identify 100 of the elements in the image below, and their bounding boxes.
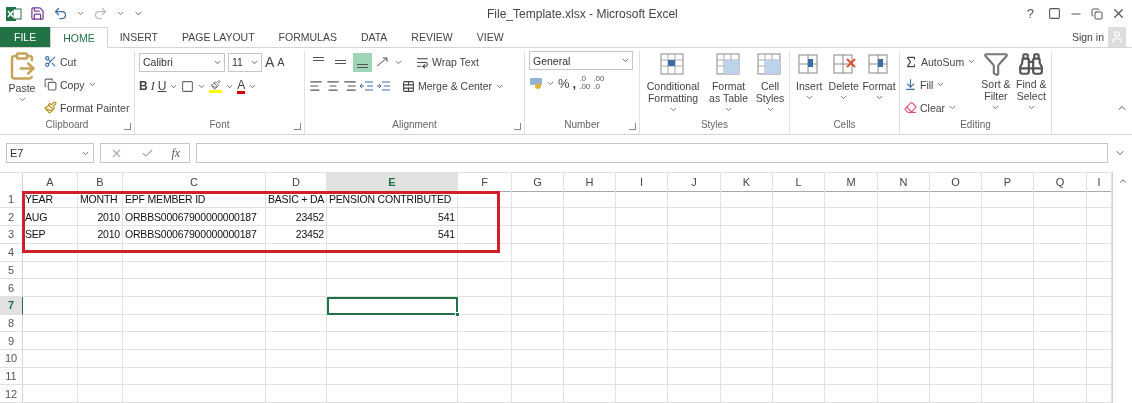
table-cell[interactable] [773,349,825,368]
table-cell[interactable] [616,243,668,262]
table-cell[interactable] [616,385,668,403]
table-cell[interactable] [930,261,982,280]
table-cell[interactable] [878,349,930,368]
table-cell[interactable] [78,243,123,262]
table-cell[interactable] [616,190,668,209]
file-tab[interactable]: FILE [0,27,51,48]
table-cell[interactable] [825,349,878,368]
decrease-indent-icon[interactable] [360,80,374,93]
ribbon-tab[interactable]: DATA [348,27,400,48]
autosum-button[interactable]: AutoSum [904,51,977,73]
cell-styles-button[interactable]: Cell Styles [755,51,785,119]
table-cell[interactable] [878,243,930,262]
number-format-field[interactable]: General [529,51,633,71]
table-cell[interactable] [327,243,458,262]
column-header[interactable]: J [668,173,721,193]
column-header[interactable]: G [512,173,564,193]
table-cell[interactable] [930,332,982,350]
table-cell[interactable] [327,279,458,297]
table-cell[interactable]: 2010 [78,226,123,244]
format-button[interactable]: Format [863,51,895,119]
table-cell[interactable] [512,332,564,350]
dialog-launcher-icon[interactable] [124,122,131,130]
font-size-field[interactable]: 11 [228,52,262,72]
copy-button[interactable]: Copy [44,74,130,96]
table-cell[interactable] [773,208,825,227]
table-cell[interactable] [123,349,266,368]
table-cell[interactable] [1034,314,1087,333]
table-cell[interactable] [878,385,930,403]
table-cell[interactable] [123,367,266,386]
table-cell[interactable] [825,367,878,386]
table-cell[interactable] [825,332,878,350]
table-cell[interactable] [266,367,327,386]
table-cell[interactable] [878,314,930,333]
table-cell[interactable] [930,314,982,333]
ribbon-tab[interactable]: REVIEW [399,27,465,48]
table-cell[interactable] [616,261,668,280]
table-cell[interactable] [1034,332,1087,350]
table-cell[interactable] [773,261,825,280]
table-cell[interactable] [930,226,982,244]
table-cell[interactable] [982,314,1034,333]
table-cell[interactable] [327,385,458,403]
table-cell[interactable] [78,367,123,386]
ribbon-display-icon[interactable] [1048,7,1061,21]
help-button[interactable]: ? [1020,6,1040,22]
vertical-align-button[interactable] [353,52,372,72]
table-cell[interactable] [123,279,266,297]
table-cell[interactable] [327,332,458,350]
table-cell[interactable]: AUG [23,208,78,227]
table-cell[interactable] [616,226,668,244]
table-cell[interactable] [825,385,878,403]
dialog-launcher-icon[interactable] [629,122,636,130]
ribbon-tab[interactable]: INSERT [107,27,170,48]
undo-icon[interactable] [53,6,68,22]
table-cell[interactable] [78,279,123,297]
table-cell[interactable] [458,332,512,350]
decrease-decimal-button[interactable]: .00 .0 [593,75,605,92]
column-header[interactable]: Q [1034,173,1087,193]
table-cell[interactable] [564,226,616,244]
restore-icon[interactable] [1091,7,1103,20]
ribbon-tab[interactable]: VIEW [464,27,516,48]
table-cell[interactable] [327,261,458,280]
table-cell[interactable]: ORBBS00067900000000187 [123,208,266,227]
table-cell[interactable] [721,279,773,297]
table-cell[interactable] [23,367,78,386]
table-cell[interactable] [773,279,825,297]
fill-button[interactable]: Fill [904,74,977,96]
table-cell[interactable] [878,208,930,227]
table-cell[interactable] [78,314,123,333]
table-cell[interactable] [1034,367,1087,386]
fill-color-icon[interactable] [209,79,223,93]
column-header[interactable]: L [773,173,825,193]
table-cell[interactable] [668,296,721,315]
dialog-launcher-icon[interactable] [294,122,301,130]
ribbon-tab[interactable]: FORMULAS [266,27,349,48]
table-cell[interactable] [930,243,982,262]
table-cell[interactable] [982,385,1034,403]
insert-button[interactable]: Insert [794,51,825,119]
table-cell[interactable] [982,279,1034,297]
table-cell[interactable] [123,296,266,315]
table-cell[interactable] [616,367,668,386]
table-cell[interactable] [878,332,930,350]
table-cell[interactable] [266,349,327,368]
table-cell[interactable] [825,279,878,297]
table-cell[interactable] [23,296,78,315]
table-cell[interactable] [1034,208,1087,227]
table-cell[interactable] [512,349,564,368]
table-cell[interactable] [564,296,616,315]
table-cell[interactable] [721,190,773,209]
table-cell[interactable] [668,385,721,403]
table-cell[interactable] [878,190,930,209]
font-name-field[interactable]: Calibri [139,52,225,72]
table-cell[interactable] [616,208,668,227]
table-cell[interactable] [512,367,564,386]
table-cell[interactable] [564,332,616,350]
paste-button[interactable]: Paste [4,51,40,119]
table-cell[interactable] [564,261,616,280]
table-cell[interactable] [825,190,878,209]
clear-button[interactable]: Clear [904,97,977,119]
